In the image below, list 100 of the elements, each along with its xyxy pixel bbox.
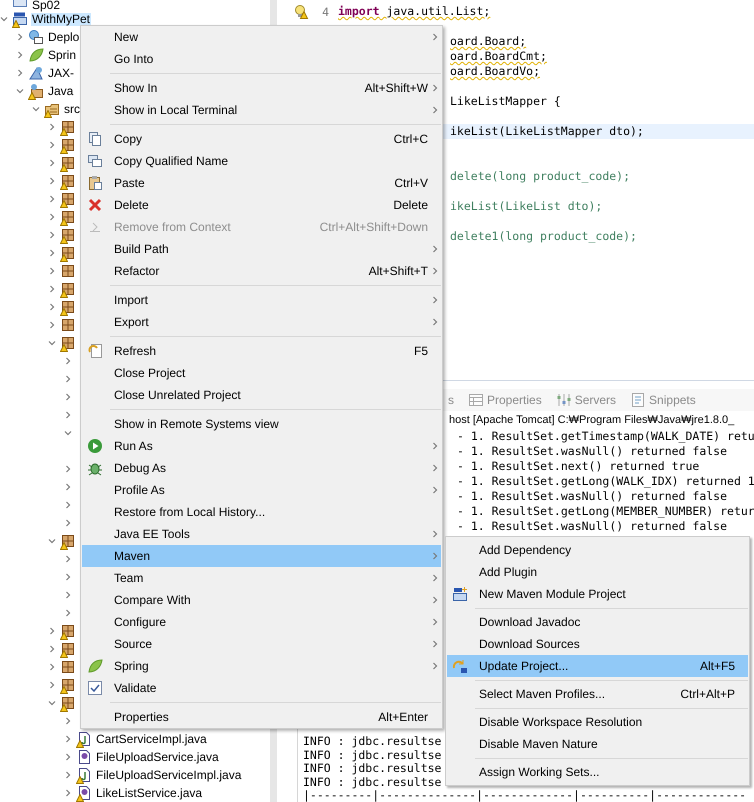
interface-file-icon: [76, 749, 92, 765]
menu-item[interactable]: New Maven Module Project: [447, 583, 748, 605]
menu-item[interactable]: Debug As: [82, 457, 441, 479]
package-icon: [60, 119, 76, 135]
menu-item[interactable]: Download Javadoc: [447, 611, 748, 633]
menu-item[interactable]: Show in Remote Systems view: [82, 413, 441, 435]
shortcut-text: Ctrl+Alt+P: [680, 687, 735, 701]
menu-item[interactable]: Show in Local Terminal: [82, 99, 441, 121]
play-icon: [87, 438, 103, 454]
tree-item[interactable]: FileUploadServiceImpl.java: [95, 768, 242, 782]
menu-item[interactable]: Add Plugin: [447, 561, 748, 583]
shortcut-text: Alt+F5: [700, 659, 735, 673]
menu-item[interactable]: Add Dependency: [447, 539, 748, 561]
menu-item[interactable]: Team: [82, 567, 441, 589]
menu-item[interactable]: New: [82, 26, 441, 48]
menu-item[interactable]: Spring: [82, 655, 441, 677]
menu-item[interactable]: Validate: [82, 677, 441, 699]
menu-item[interactable]: Import: [82, 289, 441, 311]
menu-item[interactable]: Maven: [82, 545, 441, 567]
tree-item[interactable]: JAX-: [47, 66, 76, 80]
code-line: oard.BoardCmt;: [450, 49, 547, 64]
menu-item[interactable]: Build Path: [82, 238, 441, 260]
menu-item[interactable]: Paste Ctrl+V: [82, 172, 441, 194]
tree-item[interactable]: src: [63, 102, 81, 116]
line-number: 4: [322, 4, 329, 18]
document-icon: [630, 392, 646, 408]
tree-item[interactable]: CartServiceImpl.java: [95, 732, 208, 746]
menu-item[interactable]: Show In Alt+Shift+W: [82, 77, 441, 99]
package-icon: [60, 299, 76, 315]
documents-icon: [87, 153, 103, 169]
console-title: host [Apache Tomcat] C:₩Program Files₩Java₩jre1.8.0_: [449, 413, 734, 428]
menu-item[interactable]: Disable Workspace Resolution: [447, 711, 748, 733]
shortcut-text: F5: [414, 344, 428, 358]
package-icon: [60, 209, 76, 225]
menu-item[interactable]: Disable Maven Nature: [447, 733, 748, 755]
package-icon: [60, 191, 76, 207]
package-icon: [60, 137, 76, 153]
console-line: |---------|--------------|-------------|----------|-------------: [303, 789, 746, 801]
package-icon: [60, 533, 76, 549]
menu-item[interactable]: Restore from Local History...: [82, 501, 441, 523]
shortcut-text: Ctrl+V: [394, 176, 428, 190]
tree-item[interactable]: FileUploadService.java: [95, 750, 220, 764]
package-icon: [60, 245, 76, 261]
tree-item[interactable]: Sprin: [47, 48, 78, 62]
menu-item[interactable]: Compare With: [82, 589, 441, 611]
console-line: INFO : jdbc.resultse: [303, 735, 442, 748]
java-file-icon: [76, 767, 92, 783]
menu-item[interactable]: Export: [82, 311, 441, 333]
menu-item[interactable]: Source: [82, 633, 441, 655]
code-line: LikeListMapper {: [450, 94, 561, 109]
code-line: ikeList(LikeList dto);: [450, 199, 602, 214]
package-icon: [60, 263, 76, 279]
menu-item[interactable]: Copy Qualified Name: [82, 150, 441, 172]
menu-item[interactable]: Update Project... Alt+F5: [447, 655, 748, 677]
console-line: - 1. ResultSet.getLong(WALK_IDX) returned 1: [457, 474, 754, 489]
menu-item[interactable]: Refactor Alt+Shift+T: [82, 260, 441, 282]
code-line: oard.Board;: [450, 34, 526, 49]
tree-item[interactable]: WithMyPet: [31, 12, 92, 26]
table-icon: [468, 392, 484, 408]
package-icon: [60, 155, 76, 171]
deployment-icon: [28, 29, 44, 45]
menu-item[interactable]: Select Maven Profiles... Ctrl+Alt+P: [447, 683, 748, 705]
web-service-icon: [28, 65, 44, 81]
source-folder-icon: [44, 101, 60, 117]
tree-item[interactable]: Sp02: [31, 0, 62, 10]
menu-item[interactable]: Close Unrelated Project: [82, 384, 441, 406]
shortcut-text: Alt+Shift+W: [364, 81, 428, 95]
project-icon: [12, 11, 28, 27]
menu-item[interactable]: Copy Ctrl+C: [82, 128, 441, 150]
shortcut-text: Alt+Shift+T: [368, 264, 428, 278]
menu-item[interactable]: Profile As: [82, 479, 441, 501]
menu-item[interactable]: Run As: [82, 435, 441, 457]
package-icon: [60, 659, 76, 675]
code-line: import java.util.List;: [338, 4, 490, 19]
code-line: ikeList(LikeListMapper dto);: [450, 124, 644, 139]
tree-item[interactable]: Java: [47, 84, 74, 98]
menu-item[interactable]: Download Sources: [447, 633, 748, 655]
menu-item[interactable]: Refresh F5: [82, 340, 441, 362]
menu-item[interactable]: Delete Delete: [82, 194, 441, 216]
menu-item[interactable]: Configure: [82, 611, 441, 633]
leaf-icon: [28, 47, 44, 63]
tree-item[interactable]: LikeListService.java: [95, 786, 204, 800]
server-icon: [556, 392, 572, 408]
refresh-icon: [87, 343, 103, 359]
menu-item[interactable]: Go Into: [82, 48, 441, 70]
console-line: - 1. ResultSet.next() returned true: [457, 459, 700, 474]
shortcut-text: Ctrl+Alt+Shift+Down: [320, 220, 428, 234]
package-icon: [60, 641, 76, 657]
package-icon: [60, 173, 76, 189]
menu-item[interactable]: Properties Alt+Enter: [82, 706, 441, 728]
menu-item[interactable]: Java EE Tools: [82, 523, 441, 545]
menu-item[interactable]: Assign Working Sets...: [447, 761, 748, 783]
java-file-icon: [76, 731, 92, 747]
console-line: - 1. ResultSet.getTimestamp(WALK_DATE) retu: [457, 429, 754, 444]
tree-item[interactable]: Deplo: [47, 30, 80, 44]
menu-item[interactable]: Close Project: [82, 362, 441, 384]
console-line: INFO : jdbc.resultse: [303, 748, 442, 762]
copy-icon: [87, 131, 103, 147]
package-icon: [60, 623, 76, 639]
paste-icon: [87, 175, 103, 191]
